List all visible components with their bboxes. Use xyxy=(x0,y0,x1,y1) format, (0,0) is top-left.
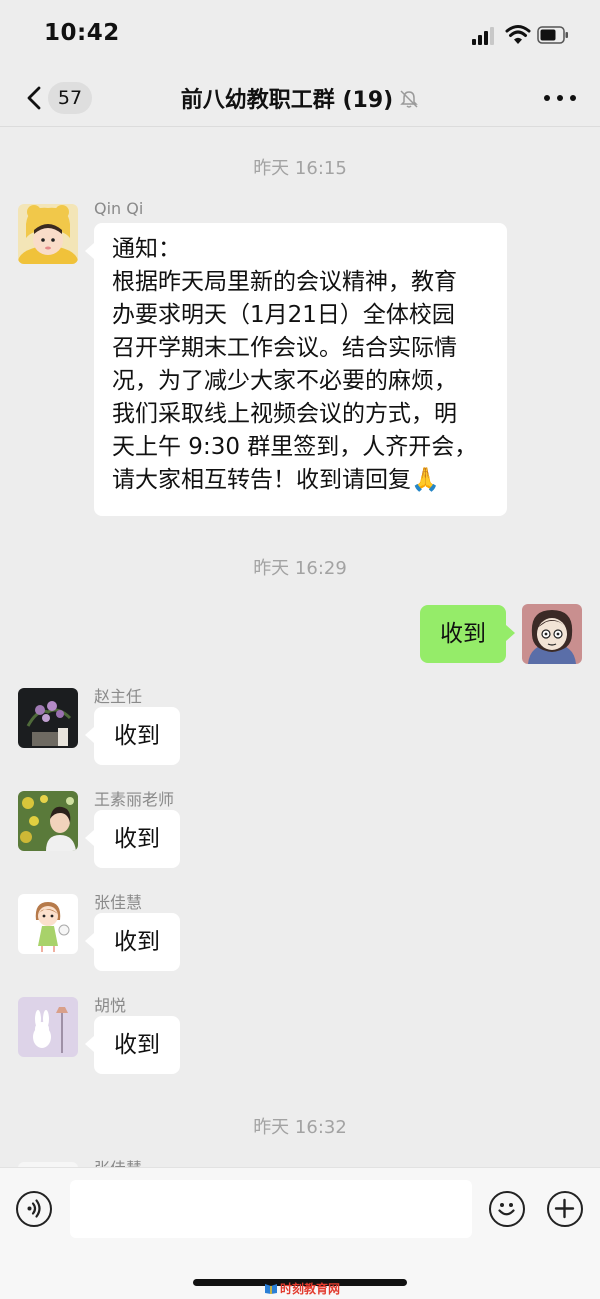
more-options-button[interactable] xyxy=(540,85,580,109)
battery-icon xyxy=(537,26,568,44)
watermark: 时刻教育网 xyxy=(264,1280,340,1298)
voice-button[interactable] xyxy=(16,1191,52,1227)
message-timestamp: 昨天 16:32 xyxy=(253,1117,347,1138)
chat-title-container: 前八幼教职工群 (19) xyxy=(0,82,600,114)
message-line: 请大家相互转告！收到请回复🙏 xyxy=(112,467,440,493)
sender-name: Qin Qi xyxy=(94,199,144,218)
avatar-hu[interactable] xyxy=(18,997,78,1057)
message-line: 办要求明天（1月21日）全体校园 xyxy=(112,302,455,328)
message-line: 根据昨天局里新的会议精神，教育 xyxy=(112,269,457,295)
message-bubble-notice[interactable]: 通知： 根据昨天局里新的会议精神，教育 办要求明天（1月21日）全体校园 召开学… xyxy=(85,223,507,516)
sender-name: 张佳慧 xyxy=(94,893,143,912)
emoji-icon xyxy=(498,1203,515,1216)
message-bubble-outgoing[interactable]: 收到 xyxy=(420,605,515,663)
sender-name: 张佳慧 xyxy=(94,1155,142,1167)
message-timestamp: 昨天 16:29 xyxy=(253,558,347,579)
message-line: 天上午 9:30 群里签到，人齐开会， xyxy=(112,434,478,460)
avatar-qin-qi[interactable] xyxy=(18,204,78,264)
message-line: 况，为了减少大家不必要的麻烦， xyxy=(112,368,457,394)
avatar-wang[interactable] xyxy=(18,791,78,851)
message-line: 召开学期末工作会议。结合实际情 xyxy=(112,335,457,361)
message-text-input[interactable] xyxy=(70,1180,472,1238)
page-title: 前八幼教职工群 (19) xyxy=(180,88,394,113)
add-button[interactable] xyxy=(547,1191,583,1227)
status-bar: 10:42 xyxy=(0,0,600,70)
voice-icon xyxy=(27,1199,41,1218)
sender-name: 赵主任 xyxy=(94,687,143,706)
status-time: 10:42 xyxy=(44,20,120,46)
message-bubble[interactable]: 收到 xyxy=(85,1016,180,1074)
wifi-icon xyxy=(505,25,531,44)
book-logo-icon xyxy=(265,1284,277,1294)
message-line: 通知： xyxy=(112,236,181,262)
watermark-text: 时刻教育网 xyxy=(280,1282,341,1296)
avatar-self[interactable] xyxy=(522,604,582,664)
sender-name: 胡悦 xyxy=(94,996,127,1015)
avatar-zhang[interactable] xyxy=(18,894,78,954)
sender-name: 王素丽老师 xyxy=(94,790,175,809)
emoji-button[interactable] xyxy=(489,1191,525,1227)
mute-notifications-icon xyxy=(400,90,418,108)
cellular-signal-icon xyxy=(472,27,498,45)
message-timestamp: 昨天 16:15 xyxy=(253,158,347,179)
chat-header: 57 前八幼教职工群 (19) xyxy=(0,70,600,127)
message-bubble[interactable]: 收到 xyxy=(85,810,180,868)
plus-icon xyxy=(554,1198,575,1219)
message-input-bar: 时刻教育网 xyxy=(0,1167,600,1299)
message-bubble[interactable]: 收到 xyxy=(85,707,180,765)
message-line: 我们采取线上视频会议的方式，明 xyxy=(112,401,457,427)
message-bubble[interactable]: 收到 xyxy=(85,913,180,971)
avatar-zhao[interactable] xyxy=(18,688,78,748)
